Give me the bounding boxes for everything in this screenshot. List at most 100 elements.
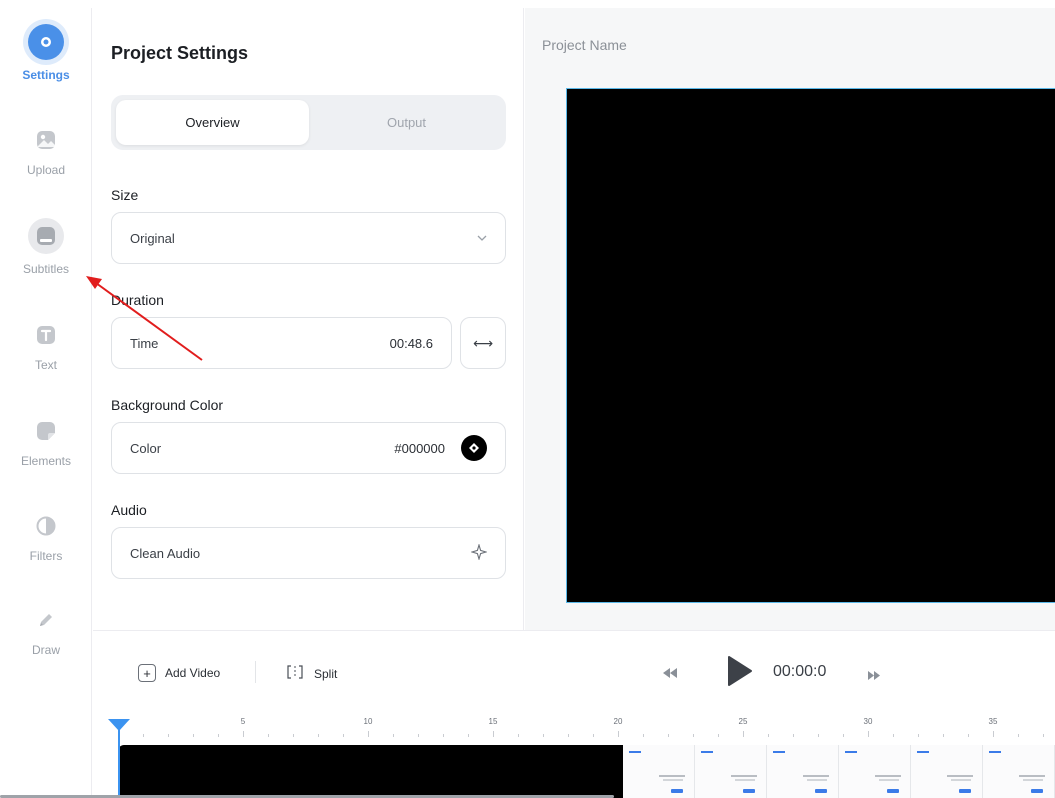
- split-icon: [285, 664, 305, 683]
- ruler-tick: [943, 734, 944, 737]
- ruler-tick: [668, 734, 669, 737]
- duration-field-label: Time: [130, 335, 159, 351]
- size-label: Size: [111, 187, 139, 203]
- track-thumbnail: [623, 745, 695, 798]
- video-canvas[interactable]: [566, 88, 1055, 603]
- sidebar-item-label: Subtitles: [22, 262, 70, 276]
- timeline-ruler[interactable]: 5 10 15 20 25 30 35: [118, 717, 1055, 737]
- ruler-tick: [593, 734, 594, 737]
- ruler-label: 35: [988, 717, 998, 726]
- paint-bucket-icon[interactable]: [461, 435, 487, 461]
- ruler-tick: [818, 734, 819, 737]
- ruler-tick: [993, 731, 994, 737]
- ruler-tick: [468, 734, 469, 737]
- subtitles-icon: [28, 218, 64, 254]
- sidebar-item-elements[interactable]: Elements: [0, 416, 92, 468]
- image-upload-icon: [31, 125, 61, 155]
- ruler-tick: [1018, 734, 1019, 737]
- ruler-label: 25: [738, 717, 748, 726]
- track-thumbnail: [695, 745, 767, 798]
- duration-value: 00:48.6: [389, 335, 433, 351]
- fit-duration-button[interactable]: ⟷: [460, 317, 506, 369]
- ruler-tick: [193, 734, 194, 737]
- ruler-tick: [393, 734, 394, 737]
- track-thumbnail: [911, 745, 983, 798]
- add-video-label: Add Video: [165, 666, 221, 680]
- plus-icon: +: [138, 664, 156, 682]
- ruler-label: 5: [240, 717, 246, 726]
- ruler-tick: [318, 734, 319, 737]
- ruler-label: 30: [863, 717, 873, 726]
- background-color-label: Background Color: [111, 397, 224, 413]
- rewind-icon: [663, 665, 677, 683]
- rewind-button[interactable]: [663, 665, 677, 683]
- left-sidebar: Settings Upload Subtitles Text Elements …: [0, 8, 92, 798]
- half-circle-icon: [31, 511, 61, 541]
- duration-field[interactable]: Time 00:48.6: [111, 317, 452, 369]
- project-name-input[interactable]: Project Name: [542, 37, 627, 53]
- tab-overview[interactable]: Overview: [116, 100, 309, 145]
- ruler-tick: [643, 734, 644, 737]
- ruler-tick: [968, 734, 969, 737]
- sticker-icon: [31, 416, 61, 446]
- size-value: Original: [130, 230, 175, 246]
- sidebar-item-label: Filters: [29, 549, 63, 563]
- timeline-area: + Add Video Split 00:00:0 5 10 15 20 25 30 35: [93, 630, 1055, 798]
- sidebar-item-filters[interactable]: Filters: [0, 511, 92, 563]
- background-color-field[interactable]: Color #000000: [111, 422, 506, 474]
- ruler-tick: [243, 731, 244, 737]
- sidebar-item-draw[interactable]: Draw: [0, 605, 92, 657]
- size-select[interactable]: Original: [111, 212, 506, 264]
- sparkle-icon[interactable]: [470, 542, 488, 563]
- sidebar-item-label: Elements: [20, 454, 72, 468]
- clean-audio-field[interactable]: Clean Audio: [111, 527, 506, 579]
- ruler-tick: [518, 734, 519, 737]
- project-settings-panel: Project Settings Overview Output Size Or…: [93, 8, 524, 630]
- sidebar-item-subtitles[interactable]: Subtitles: [0, 218, 92, 276]
- settings-icon: [28, 24, 64, 60]
- clean-audio-label: Clean Audio: [130, 545, 201, 561]
- ruler-tick: [843, 734, 844, 737]
- sidebar-item-settings[interactable]: Settings: [0, 24, 92, 82]
- ruler-label: 15: [488, 717, 498, 726]
- video-track[interactable]: [118, 745, 1055, 798]
- play-button[interactable]: [727, 655, 753, 692]
- ruler-tick: [693, 734, 694, 737]
- track-thumbnail: [983, 745, 1055, 798]
- track-thumbnail: [767, 745, 839, 798]
- duration-label: Duration: [111, 292, 164, 308]
- ruler-tick: [168, 734, 169, 737]
- playhead-line: [118, 729, 120, 798]
- audio-label: Audio: [111, 502, 147, 518]
- ruler-tick: [743, 731, 744, 737]
- panel-title: Project Settings: [111, 43, 249, 63]
- color-hex-value: #000000: [394, 440, 445, 456]
- ruler-tick: [268, 734, 269, 737]
- ruler-tick: [618, 731, 619, 737]
- ruler-tick: [1043, 734, 1044, 737]
- split-label: Split: [314, 666, 338, 681]
- timecode-display: 00:00:0: [773, 663, 827, 680]
- tab-output[interactable]: Output: [310, 100, 503, 145]
- track-thumbnail: [839, 745, 911, 798]
- preview-area: Project Name: [525, 8, 1055, 630]
- ruler-label: 10: [363, 717, 373, 726]
- sidebar-item-label: Settings: [22, 68, 70, 82]
- ruler-tick: [568, 734, 569, 737]
- ruler-label: 20: [613, 717, 623, 726]
- ruler-tick: [793, 734, 794, 737]
- sidebar-item-label: Draw: [31, 643, 60, 657]
- split-button[interactable]: Split: [285, 664, 337, 683]
- pencil-icon: [31, 605, 61, 635]
- fast-forward-button[interactable]: [868, 667, 880, 685]
- ruler-tick: [768, 734, 769, 737]
- sidebar-item-text[interactable]: Text: [0, 320, 92, 372]
- add-video-button[interactable]: + Add Video: [138, 664, 220, 682]
- sidebar-item-upload[interactable]: Upload: [0, 125, 92, 177]
- ruler-tick: [143, 734, 144, 737]
- settings-tabs: Overview Output: [111, 95, 506, 150]
- ruler-tick: [418, 734, 419, 737]
- toolbar-divider: [255, 661, 256, 683]
- sidebar-item-label: Upload: [26, 163, 66, 177]
- ruler-tick: [918, 734, 919, 737]
